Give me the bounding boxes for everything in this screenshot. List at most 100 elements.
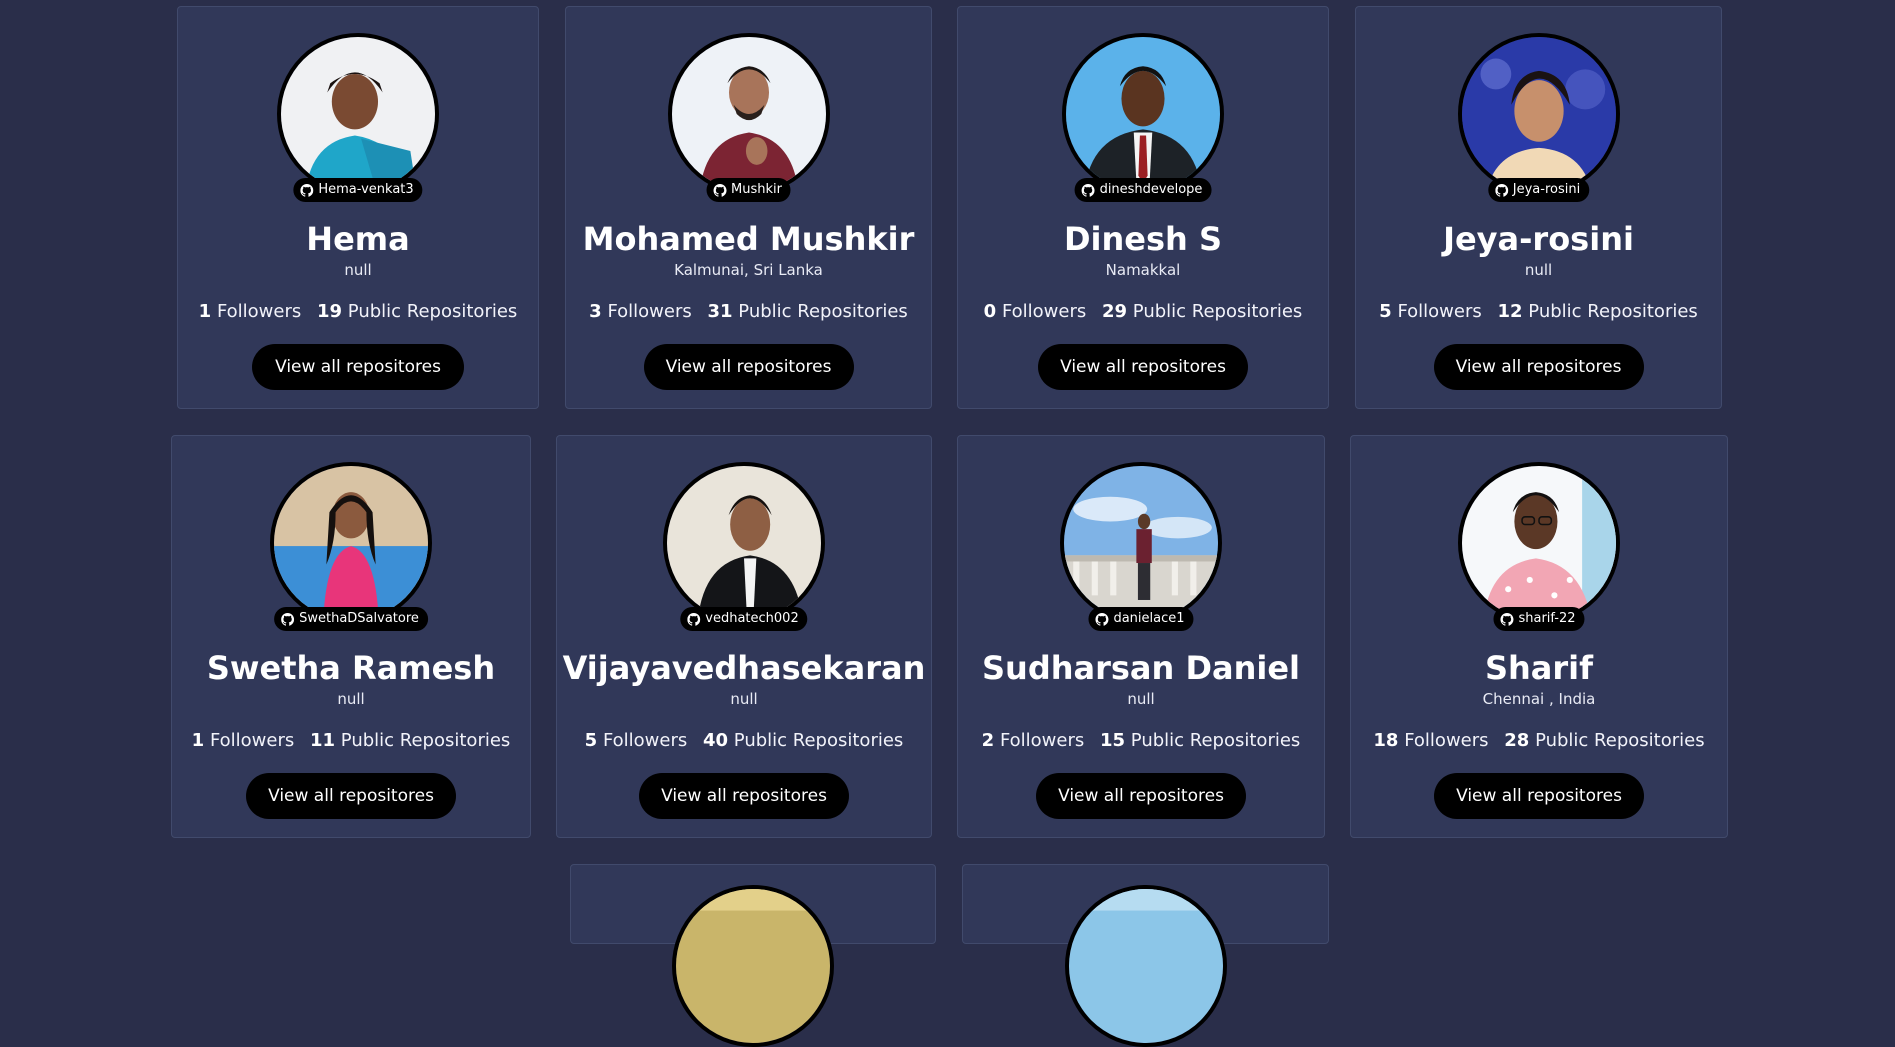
followers-stat: 0 Followers — [984, 301, 1087, 322]
repos-label: Public Repositories — [1528, 301, 1698, 322]
github-username: Hema-venkat3 — [318, 182, 414, 197]
followers-stat: 1 Followers — [192, 730, 295, 751]
github-username: vedhatech002 — [705, 611, 799, 626]
profile-location: null — [1524, 261, 1553, 279]
profile-name: Mohamed Mushkir — [582, 220, 915, 258]
profile-name: Dinesh S — [1063, 220, 1223, 258]
repos-stat: 12 Public Repositories — [1498, 301, 1698, 322]
profile-name: Jeya-rosini — [1443, 220, 1634, 258]
avatar-container: Mushkir — [667, 33, 830, 202]
avatar — [277, 33, 439, 195]
profile-stats: 18 Followers 28 Public Repositories — [1351, 729, 1727, 753]
repos-stat: 29 Public Repositories — [1102, 301, 1302, 322]
profile-card-partial — [962, 864, 1329, 1047]
profile-stats: 1 Followers 19 Public Repositories — [178, 300, 538, 324]
repos-count: 12 — [1497, 301, 1523, 322]
view-repositories-button[interactable]: View all repositores — [643, 344, 854, 390]
view-repositories-button[interactable]: View all repositores — [639, 773, 849, 819]
github-icon — [687, 612, 701, 626]
avatar-container: dineshdevelope — [1062, 33, 1224, 202]
github-username-badge[interactable]: Jeya-rosini — [1487, 178, 1590, 202]
avatar — [1458, 462, 1620, 624]
github-username: dineshdevelope — [1099, 182, 1203, 197]
view-repositories-button[interactable]: View all repositores — [246, 773, 456, 819]
github-username-badge[interactable]: danielace1 — [1088, 607, 1194, 631]
view-repositories-button[interactable]: View all repositores — [252, 344, 464, 390]
followers-stat: 5 Followers — [1379, 301, 1482, 322]
github-icon — [713, 183, 727, 197]
avatar — [1060, 462, 1222, 624]
avatar — [1457, 33, 1620, 195]
avatar — [667, 33, 830, 195]
repos-count: 11 — [310, 730, 336, 751]
repos-stat: 40 Public Repositories — [703, 730, 903, 751]
profile-stats: 0 Followers 29 Public Repositories — [958, 300, 1328, 324]
profile-card: Mushkir Mohamed Mushkir Kalmunai, Sri La… — [565, 6, 932, 409]
profile-location: null — [1127, 690, 1155, 708]
github-username-badge[interactable]: Mushkir — [706, 178, 791, 202]
followers-label: Followers — [209, 730, 295, 751]
github-icon — [1500, 612, 1514, 626]
avatar-container: danielace1 — [1060, 462, 1222, 631]
github-username: sharif-22 — [1518, 611, 1576, 626]
followers-count: 5 — [1379, 301, 1392, 322]
avatar — [663, 462, 825, 624]
repos-stat: 15 Public Repositories — [1100, 730, 1300, 751]
repos-label: Public Repositories — [738, 301, 908, 322]
repos-stat: 11 Public Repositories — [310, 730, 510, 751]
github-username-badge[interactable]: sharif-22 — [1493, 607, 1585, 631]
followers-stat: 5 Followers — [585, 730, 688, 751]
profile-card-partial — [570, 864, 936, 1047]
github-username: Mushkir — [731, 182, 782, 197]
profile-location: null — [730, 690, 758, 708]
github-username-badge[interactable]: SwethaDSalvatore — [274, 607, 428, 631]
followers-label: Followers — [1397, 301, 1482, 322]
followers-stat: 1 Followers — [199, 301, 302, 322]
repos-count: 29 — [1102, 301, 1128, 322]
followers-count: 2 — [981, 730, 995, 751]
profile-stats: 5 Followers 12 Public Repositories — [1356, 300, 1721, 324]
followers-count: 0 — [983, 301, 997, 322]
github-icon — [1095, 612, 1109, 626]
profile-location: Chennai , India — [1482, 690, 1596, 708]
repos-label: Public Repositories — [1132, 301, 1303, 322]
profile-name: Vijayavedhasekaran — [562, 649, 926, 687]
view-repositories-button[interactable]: View all repositores — [1036, 773, 1246, 819]
view-repositories-button[interactable]: View all repositores — [1434, 773, 1644, 819]
profile-location: Namakkal — [1105, 261, 1181, 279]
followers-label: Followers — [607, 301, 692, 322]
profile-card: Hema-venkat3 Hema null 1 Followers 19 Pu… — [177, 6, 539, 409]
profile-card: danielace1 Sudharsan Daniel null 2 Follo… — [957, 435, 1325, 838]
repos-label: Public Repositories — [1535, 730, 1705, 751]
view-repositories-button[interactable]: View all repositores — [1433, 344, 1644, 390]
repos-label: Public Repositories — [733, 730, 904, 751]
github-username-badge[interactable]: Hema-venkat3 — [293, 178, 423, 202]
repos-count: 19 — [317, 301, 343, 322]
profile-name: Hema — [306, 220, 410, 258]
github-username: danielace1 — [1113, 611, 1185, 626]
github-username-badge[interactable]: dineshdevelope — [1074, 178, 1212, 202]
profile-name: Sharif — [1484, 649, 1594, 687]
github-username-badge[interactable]: vedhatech002 — [680, 607, 808, 631]
github-icon — [1081, 183, 1095, 197]
profile-card: vedhatech002 Vijayavedhasekaran null 5 F… — [556, 435, 932, 838]
profile-location: null — [337, 690, 365, 708]
repos-count: 40 — [703, 730, 729, 751]
profile-location: null — [344, 261, 372, 279]
repos-count: 15 — [1100, 730, 1126, 751]
repos-count: 28 — [1504, 730, 1530, 751]
repos-stat: 31 Public Repositories — [708, 301, 908, 322]
followers-stat: 2 Followers — [982, 730, 1085, 751]
followers-stat: 3 Followers — [589, 301, 692, 322]
avatar-container: vedhatech002 — [663, 462, 825, 631]
followers-count: 5 — [584, 730, 598, 751]
view-repositories-button[interactable]: View all repositores — [1038, 344, 1248, 390]
profile-stats: 1 Followers 11 Public Repositories — [172, 729, 530, 753]
github-icon — [300, 183, 314, 197]
followers-count: 3 — [589, 301, 602, 322]
github-username: Jeya-rosini — [1512, 182, 1581, 197]
profile-location: Kalmunai, Sri Lanka — [674, 261, 823, 279]
avatar-container: Hema-venkat3 — [277, 33, 439, 202]
avatar — [1064, 885, 1227, 1047]
github-username: SwethaDSalvatore — [299, 611, 419, 626]
